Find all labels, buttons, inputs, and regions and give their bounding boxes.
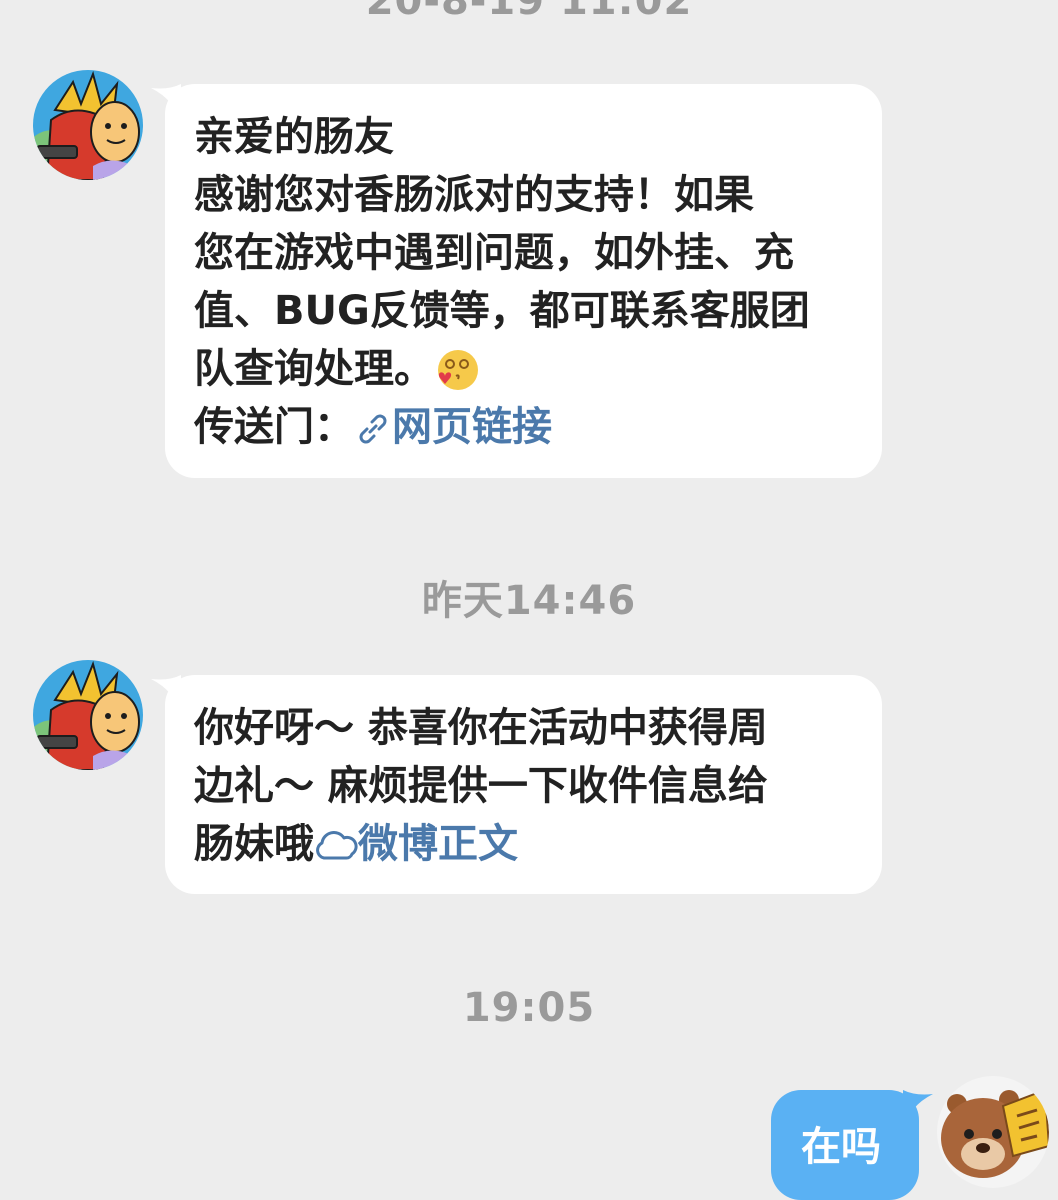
message-line-link: 肠妹哦 微博正文 (194, 815, 854, 873)
message-line: 值、BUG反馈等，都可联系客服团 (194, 288, 810, 334)
message-line: 亲爱的肠友 (194, 114, 394, 160)
bubble-tail (151, 675, 181, 715)
sender-avatar[interactable] (33, 660, 143, 770)
my-avatar[interactable] (937, 1076, 1049, 1188)
weibo-cloud-icon (316, 831, 358, 860)
timestamp: 昨天14:46 (421, 578, 637, 624)
bubble-tail (903, 1090, 933, 1130)
message-line: 你好呀～ 恭喜你在活动中获得周 (194, 705, 768, 751)
message-line: 感谢您对香肠派对的支持！如果 (194, 172, 754, 218)
message-line: 队查询处理。 (194, 346, 434, 392)
game-character-icon (33, 660, 143, 770)
bubble-tail (151, 84, 181, 124)
message-line: 肠妹哦 (194, 821, 314, 867)
message-line-with-emoji: 队查询处理。 (194, 340, 854, 398)
message-bubble[interactable]: 亲爱的肠友 感谢您对香肠派对的支持！如果 您在游戏中遇到问题，如外挂、充 值、B… (151, 84, 882, 478)
timestamp: 19:05 (462, 985, 596, 1031)
message-line: 您在游戏中遇到问题，如外挂、充 (194, 230, 794, 276)
weibo-link[interactable]: 微博正文 (314, 821, 518, 867)
message-line-link: 传送门： 网页链接 (194, 398, 854, 456)
message-text: 在吗 (801, 1124, 881, 1170)
web-link[interactable]: 网页链接 (354, 404, 552, 450)
sender-avatar[interactable] (33, 70, 143, 180)
link-text: 网页链接 (392, 404, 552, 450)
brown-bear-icon (937, 1076, 1049, 1188)
game-character-icon (33, 70, 143, 180)
chain-link-icon (359, 414, 387, 444)
outgoing-message-bubble[interactable]: 在吗 (771, 1090, 933, 1200)
message-bubble[interactable]: 你好呀～ 恭喜你在活动中获得周 边礼～ 麻烦提供一下收件信息给 肠妹哦 微博正文 (151, 675, 882, 894)
message-line: 边礼～ 麻烦提供一下收件信息给 (194, 763, 768, 809)
timestamp: 20-8-19 11:02 (365, 0, 693, 24)
link-text: 微博正文 (358, 821, 518, 867)
kiss-emoji-icon (438, 350, 478, 390)
link-prefix: 传送门： (194, 404, 354, 450)
